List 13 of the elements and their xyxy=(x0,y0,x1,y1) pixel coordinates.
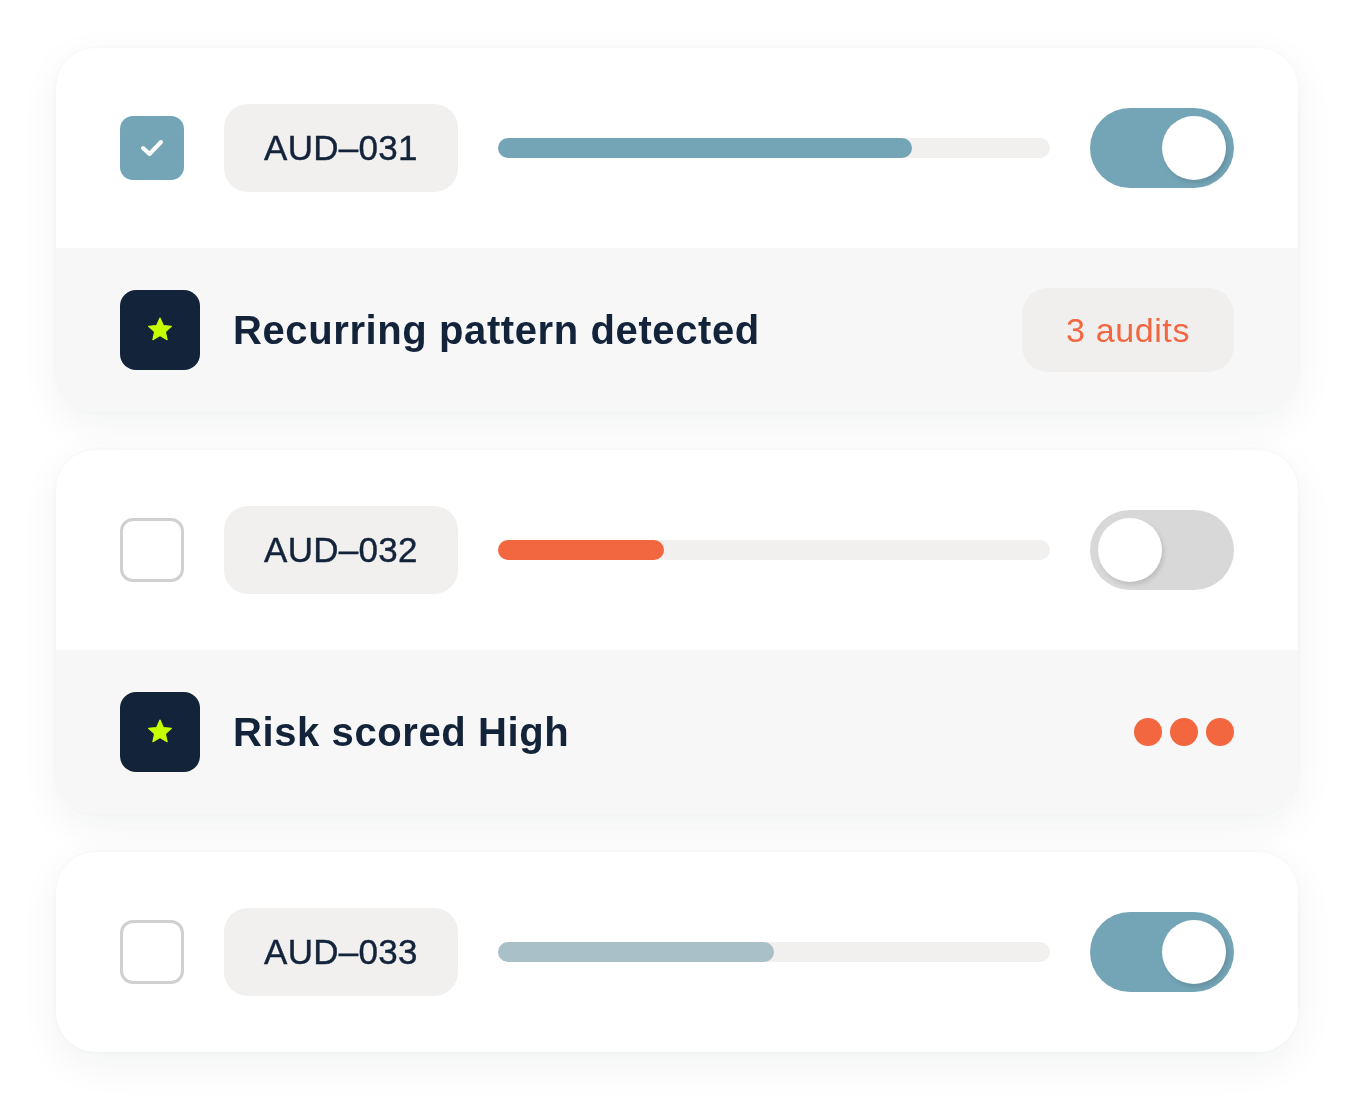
checkbox[interactable] xyxy=(120,116,184,180)
detail-title: Risk scored High xyxy=(233,709,570,755)
check-icon xyxy=(140,139,164,157)
checkbox[interactable] xyxy=(120,518,184,582)
audit-id-tag: AUD–032 xyxy=(224,506,458,594)
dot-icon xyxy=(1134,718,1162,746)
detail-title: Recurring pattern detected xyxy=(233,307,760,353)
dot-icon xyxy=(1206,718,1234,746)
audit-id-tag: AUD–033 xyxy=(224,908,458,996)
dot-icon xyxy=(1170,718,1198,746)
checkbox[interactable] xyxy=(120,920,184,984)
count-badge: 3 audits xyxy=(1022,288,1234,372)
audit-id-tag: AUD–031 xyxy=(224,104,458,192)
